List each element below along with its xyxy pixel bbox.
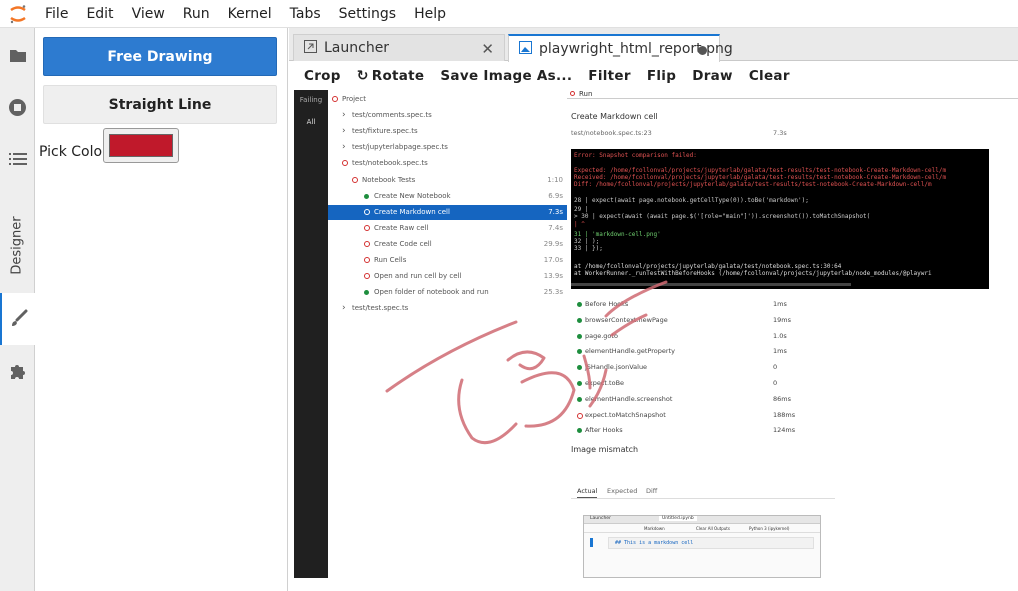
menu-tabs[interactable]: Tabs [281,0,330,28]
close-icon[interactable]: ✕ [481,40,494,58]
drawing-stroke [582,354,592,390]
jupyterlab-window: File Edit View Run Kernel Tabs Settings … [0,0,1018,591]
stop-circle-icon[interactable] [0,92,35,122]
menu-file[interactable]: File [36,0,77,28]
list-icon[interactable] [0,144,35,174]
filter-button[interactable]: Filter [580,68,639,84]
rotate-label: Rotate [371,67,425,84]
menu-run[interactable]: Run [174,0,219,28]
main-area: Launcher ✕ playwright_html_report.png Cr… [289,28,1018,591]
pick-color-label: Pick Color [39,144,108,160]
flip-button[interactable]: Flip [639,68,684,84]
drawing-stroke [520,371,576,428]
designer-label: Designer [9,215,25,275]
save-image-button[interactable]: Save Image As... [432,68,580,84]
menu-edit[interactable]: Edit [77,0,122,28]
menu-help[interactable]: Help [405,0,455,28]
launcher-icon [304,39,317,57]
jupyter-logo-icon[interactable] [0,0,36,28]
puzzle-icon[interactable] [0,356,35,386]
menu-view[interactable]: View [123,0,174,28]
free-drawing-button[interactable]: Free Drawing [43,37,277,76]
left-sidebar: Designer [0,28,35,591]
color-picker[interactable] [103,128,179,163]
color-swatch [109,134,173,157]
tab-report-image[interactable]: playwright_html_report.png [508,34,733,62]
designer-tab[interactable]: Designer [4,200,30,290]
straight-line-button[interactable]: Straight Line [43,85,277,124]
brush-icon [9,309,29,333]
rotate-icon: ↻ [356,67,369,84]
tab-launcher-label: Launcher [324,40,390,56]
rotate-button[interactable]: ↻ Rotate [349,68,433,84]
unsaved-dot-icon[interactable] [698,46,707,55]
report-image[interactable]: Failing All Project › test/comments.spec.t… [294,90,1018,591]
draw-button[interactable]: Draw [684,68,741,84]
menu-settings[interactable]: Settings [330,0,405,28]
drawing-stroke [457,378,518,445]
menubar: File Edit View Run Kernel Tabs Settings … [0,0,1018,28]
clear-button[interactable]: Clear [741,68,798,84]
image-icon [519,40,532,58]
designer-panel: Free Drawing Straight Line Pick Color [35,28,288,591]
drawing-stroke [506,350,546,371]
image-toolbar: Crop ↻ Rotate Save Image As... Filter Fli… [289,61,1018,90]
drawing-stroke [610,313,648,337]
folder-icon[interactable] [0,40,35,70]
tab-launcher[interactable]: Launcher ✕ [293,34,505,61]
menu-kernel[interactable]: Kernel [219,0,281,28]
freehand-drawing [385,280,668,445]
drawing-stroke [588,368,608,408]
brush-tab[interactable] [0,293,35,345]
crop-button[interactable]: Crop [289,68,349,84]
drawing-stroke [604,280,668,318]
tab-bar: Launcher ✕ playwright_html_report.png [289,28,1018,62]
drawing-stroke [385,320,518,393]
